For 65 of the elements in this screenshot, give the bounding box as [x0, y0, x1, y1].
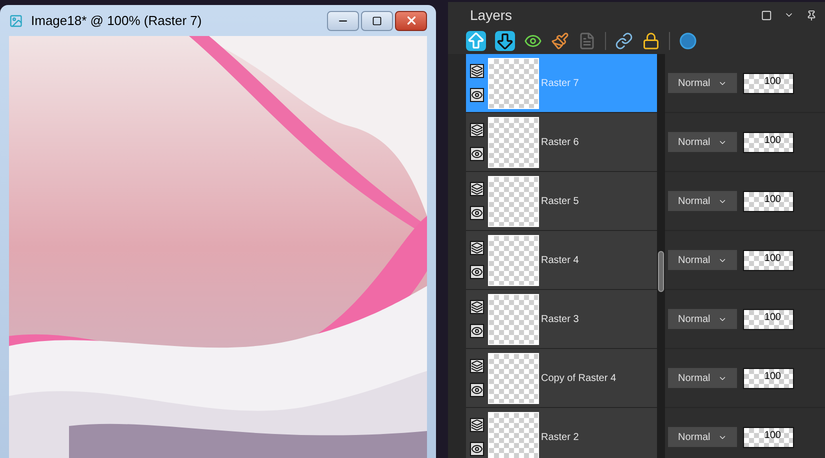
blend-mode-dropdown[interactable]: Normal [668, 427, 737, 447]
blend-mode-dropdown[interactable]: Normal [668, 132, 737, 152]
opacity-field[interactable]: 100 [743, 132, 794, 152]
document-icon[interactable] [578, 32, 596, 50]
link-icon[interactable] [615, 32, 633, 50]
maximize-icon [372, 16, 382, 26]
opacity-field[interactable]: 100 [743, 190, 794, 212]
window-title: Image18* @ 100% (Raster 7) [31, 12, 202, 30]
blend-mode-dropdown[interactable]: Normal [668, 191, 737, 211]
opacity-field[interactable]: 100 [743, 426, 794, 448]
eye-icon[interactable] [470, 147, 484, 161]
eye-icon[interactable] [470, 265, 484, 279]
layer-stack-icon[interactable] [470, 300, 484, 314]
window-icon[interactable] [761, 10, 772, 20]
eye-icon[interactable] [470, 206, 484, 220]
layer-stack-icon[interactable] [470, 64, 484, 78]
layer-name: Raster 7 [541, 76, 579, 90]
opacity-field[interactable]: 100 [743, 72, 794, 94]
layer-name: Raster 6 [541, 136, 579, 150]
opacity-field[interactable]: 100 [743, 308, 794, 330]
layer-name: Raster 3 [541, 312, 579, 326]
layer-row[interactable]: Copy of Raster 4 [466, 349, 657, 408]
layer-thumbnail [488, 176, 539, 226]
eye-icon[interactable] [470, 383, 484, 397]
layer-row[interactable]: Raster 2 [466, 408, 657, 458]
eye-icon[interactable] [470, 442, 484, 456]
brush-icon[interactable] [551, 32, 569, 50]
scrollbar-thumb[interactable] [658, 251, 664, 292]
eye-icon[interactable] [470, 324, 484, 338]
layer-name: Raster 5 [541, 194, 579, 208]
close-button[interactable] [395, 10, 427, 30]
layer-stack-icon[interactable] [470, 359, 484, 373]
blend-mode-dropdown[interactable]: Normal [668, 368, 737, 388]
layer-row[interactable]: Raster 3 [466, 290, 657, 349]
layer-stack-icon[interactable] [470, 123, 484, 137]
opacity-field[interactable]: 100 [743, 368, 794, 388]
layer-name: Raster 4 [541, 254, 579, 268]
eye-icon[interactable] [470, 88, 484, 102]
layer-stack-icon[interactable] [470, 241, 484, 255]
lock-icon[interactable] [642, 32, 660, 50]
pin-icon[interactable] [806, 10, 817, 20]
opacity-field[interactable]: 100 [743, 250, 794, 270]
layer-thumbnail [488, 294, 539, 344]
blend-mode-dropdown[interactable]: Normal [668, 250, 737, 270]
blend-mode-dropdown[interactable]: Normal [668, 73, 737, 93]
layer-row[interactable]: Raster 4 [466, 231, 657, 290]
down-arrow-icon[interactable] [495, 30, 515, 50]
layer-thumbnail [488, 58, 539, 108]
layer-thumbnail [488, 116, 539, 168]
layer-thumbnail [488, 234, 539, 286]
sphere-icon[interactable] [679, 32, 697, 50]
layer-stack-icon[interactable] [470, 182, 484, 196]
layer-thumbnail [488, 412, 539, 458]
up-arrow-icon[interactable] [466, 30, 486, 50]
image-file-icon [9, 14, 23, 28]
layer-row[interactable]: Raster 6 [466, 113, 657, 172]
layer-name: Copy of Raster 4 [541, 372, 616, 386]
panel-title: Layers [470, 6, 512, 25]
maximize-button[interactable] [361, 10, 393, 30]
close-icon [404, 14, 418, 27]
layer-thumbnail [488, 352, 539, 404]
layer-row[interactable]: Raster 5 [466, 172, 657, 231]
layer-stack-icon[interactable] [470, 418, 484, 432]
layer-name: Raster 2 [541, 430, 579, 444]
blend-mode-dropdown[interactable]: Normal [668, 309, 737, 329]
